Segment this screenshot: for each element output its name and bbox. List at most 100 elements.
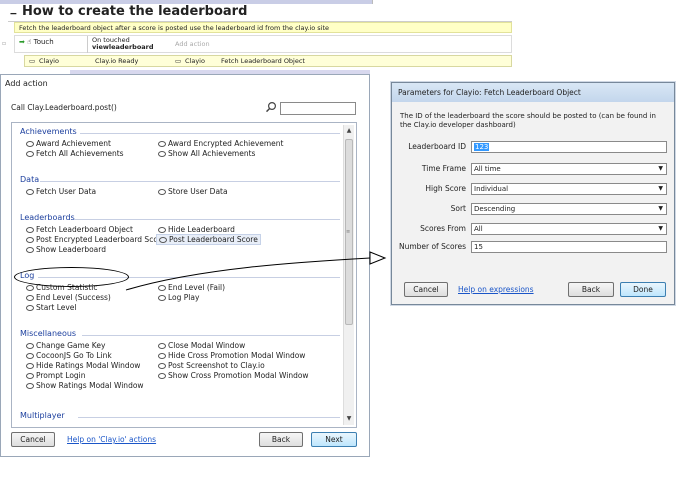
list-item[interactable]: Post Encrypted Leaderboard Score [26, 235, 165, 244]
clayio-action-icon [158, 363, 166, 369]
list-item[interactable]: Start Level [26, 303, 77, 312]
event-group[interactable]: − How to create the leaderboard [8, 4, 512, 22]
list-item[interactable]: Close Modal Window [158, 341, 245, 350]
high-score-select[interactable]: Individual ▼ [471, 183, 667, 195]
clayio-action-icon [26, 363, 34, 369]
add-action-link[interactable]: Add action [175, 40, 210, 48]
high-score-value: Individual [474, 185, 509, 193]
clayio-action-icon [26, 373, 34, 379]
help-on-expressions-link[interactable]: Help on expressions [458, 285, 534, 294]
condition-object-label: Touch [33, 38, 54, 46]
clayio-action-icon [26, 189, 34, 195]
done-button[interactable]: Done [620, 282, 666, 297]
clayio-action-icon [158, 151, 166, 157]
clayio-action-icon [158, 343, 166, 349]
event-sheet: ▫ − How to create the leaderboard Fetch … [0, 0, 513, 74]
list-item[interactable]: Hide Leaderboard [158, 225, 235, 234]
clayio-action-icon [158, 227, 166, 233]
category-achievements: Achievements [20, 127, 77, 136]
item-label: End Level (Success) [36, 293, 111, 302]
clayio-action-icon [26, 237, 34, 243]
clayio-action-icon [158, 295, 166, 301]
item-label: Fetch All Achievements [36, 149, 124, 158]
action-clayio-icon: ▭ [175, 57, 182, 65]
item-label: Award Achievement [36, 139, 111, 148]
item-label: Fetch Leaderboard Object [36, 225, 133, 234]
event2-object-label: Clayio [39, 57, 59, 65]
scroll-up-icon[interactable]: ▲ [345, 127, 353, 134]
list-item[interactable]: Change Game Key [26, 341, 105, 350]
list-item-fetch-leaderboard-object[interactable]: Fetch Leaderboard Object [26, 225, 133, 234]
item-label: Change Game Key [36, 341, 106, 350]
clayio-action-icon [26, 285, 34, 291]
leaderboard-id-value: 123 [474, 143, 490, 151]
list-item[interactable]: Show Cross Promotion Modal Window [158, 371, 309, 380]
scroll-down-icon[interactable]: ▼ [345, 415, 353, 422]
search-input[interactable] [280, 102, 356, 115]
list-item[interactable]: Hide Ratings Modal Window [26, 361, 140, 370]
sort-value: Descending [474, 205, 516, 213]
clayio-action-icon [26, 227, 34, 233]
scores-from-label: Scores From [420, 224, 466, 233]
event-condition-text[interactable]: On touched viewleaderboard [87, 36, 172, 53]
item-label: Store User Data [168, 187, 228, 196]
clayio-action-icon [26, 353, 34, 359]
highlight-oval [14, 267, 129, 287]
back-button[interactable]: Back [568, 282, 614, 297]
back-button[interactable]: Back [259, 432, 303, 447]
cancel-button[interactable]: Cancel [11, 432, 55, 447]
number-of-scores-label: Number of Scores [398, 242, 466, 251]
list-item[interactable]: Post Screenshot to Clay.io [158, 361, 265, 370]
list-item[interactable]: End Level (Fail) [158, 283, 225, 292]
list-item-selected[interactable]: Post Leaderboard Score [156, 234, 261, 245]
item-label: Start Level [36, 303, 77, 312]
list-item[interactable]: Award Encrypted Achievement [158, 139, 284, 148]
help-link[interactable]: Help on 'Clay.io' actions [67, 435, 156, 444]
clayio-action-icon [26, 305, 34, 311]
collapse-icon[interactable]: − [10, 7, 17, 20]
event-row-touch[interactable]: ➡ ☝ Touch On touched viewleaderboard Add… [14, 35, 512, 53]
category-divider [82, 335, 340, 336]
number-of-scores-field[interactable]: 15 [471, 241, 667, 253]
cancel-button[interactable]: Cancel [404, 282, 448, 297]
list-item[interactable]: Show Ratings Modal Window [26, 381, 144, 390]
group-title: How to create the leaderboard [22, 4, 248, 19]
clayio-icon: ▭ [29, 57, 36, 65]
category-leaderboards: Leaderboards [20, 213, 75, 222]
next-button[interactable]: Next [311, 432, 357, 447]
list-item[interactable]: Fetch All Achievements [26, 149, 124, 158]
list-scrollbar[interactable]: ▲ ≡ ▼ [343, 125, 354, 425]
list-item[interactable]: Show Leaderboard [26, 245, 106, 254]
list-item[interactable]: CocoonJS Go To Link [26, 351, 112, 360]
parameters-dialog: Parameters for Clayio: Fetch Leaderboard… [391, 82, 675, 305]
clayio-action-icon [26, 151, 34, 157]
event-row-clayio[interactable]: ▭ Clayio Clay.io Ready ▭ Clayio Fetch Le… [24, 55, 512, 67]
list-item[interactable]: Prompt Login [26, 371, 86, 380]
category-divider [74, 219, 340, 220]
chevron-down-icon: ▼ [658, 225, 663, 232]
sort-select[interactable]: Descending ▼ [471, 203, 667, 215]
clayio-action-icon [158, 189, 166, 195]
list-item[interactable]: Award Achievement [26, 139, 111, 148]
list-item[interactable]: Show All Achievements [158, 149, 255, 158]
scores-from-select[interactable]: All ▼ [471, 223, 667, 235]
category-divider [80, 133, 340, 134]
list-item[interactable]: Hide Cross Promotion Modal Window [158, 351, 305, 360]
list-item[interactable]: End Level (Success) [26, 293, 111, 302]
search-icon[interactable] [265, 101, 277, 113]
event-condition-object: ➡ ☝ Touch [19, 38, 54, 46]
event2-condition-label: Clay.io Ready [95, 57, 139, 65]
list-item[interactable]: Log Play [158, 293, 199, 302]
list-item[interactable]: Store User Data [158, 187, 228, 196]
leaderboard-id-field[interactable]: 123 [471, 141, 667, 153]
sheet-comment[interactable]: Fetch the leaderboard object after a sco… [14, 22, 512, 33]
chevron-down-icon: ▼ [658, 205, 663, 212]
scores-from-value: All [474, 225, 483, 233]
category-divider [40, 181, 340, 182]
time-frame-value: All time [474, 165, 501, 173]
chevron-down-icon: ▼ [658, 185, 663, 192]
item-label: Fetch User Data [36, 187, 97, 196]
list-item[interactable]: Fetch User Data [26, 187, 96, 196]
item-label: End Level (Fail) [168, 283, 226, 292]
time-frame-select[interactable]: All time ▼ [471, 163, 667, 175]
